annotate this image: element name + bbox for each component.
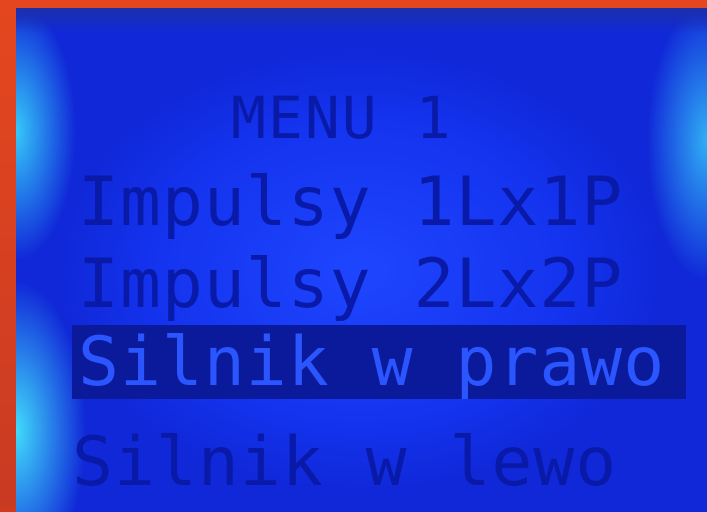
menu-title: MENU 1 — [231, 84, 453, 152]
lcd-screen: MENU 1 Impulsy 1Lx1P Impulsy 2Lx2P Silni… — [16, 8, 707, 512]
lcd-top-edge — [16, 11, 707, 33]
menu-item-silnik-w-lewo[interactable]: Silnik w lewo — [72, 429, 617, 497]
device-frame: MENU 1 Impulsy 1Lx1P Impulsy 2Lx2P Silni… — [0, 0, 707, 512]
menu-item-silnik-w-prawo-selected[interactable]: Silnik w prawo — [72, 325, 686, 399]
menu-item-impulsy-1lx1p[interactable]: Impulsy 1Lx1P — [78, 169, 623, 237]
menu-item-impulsy-2lx2p[interactable]: Impulsy 2Lx2P — [78, 251, 623, 319]
